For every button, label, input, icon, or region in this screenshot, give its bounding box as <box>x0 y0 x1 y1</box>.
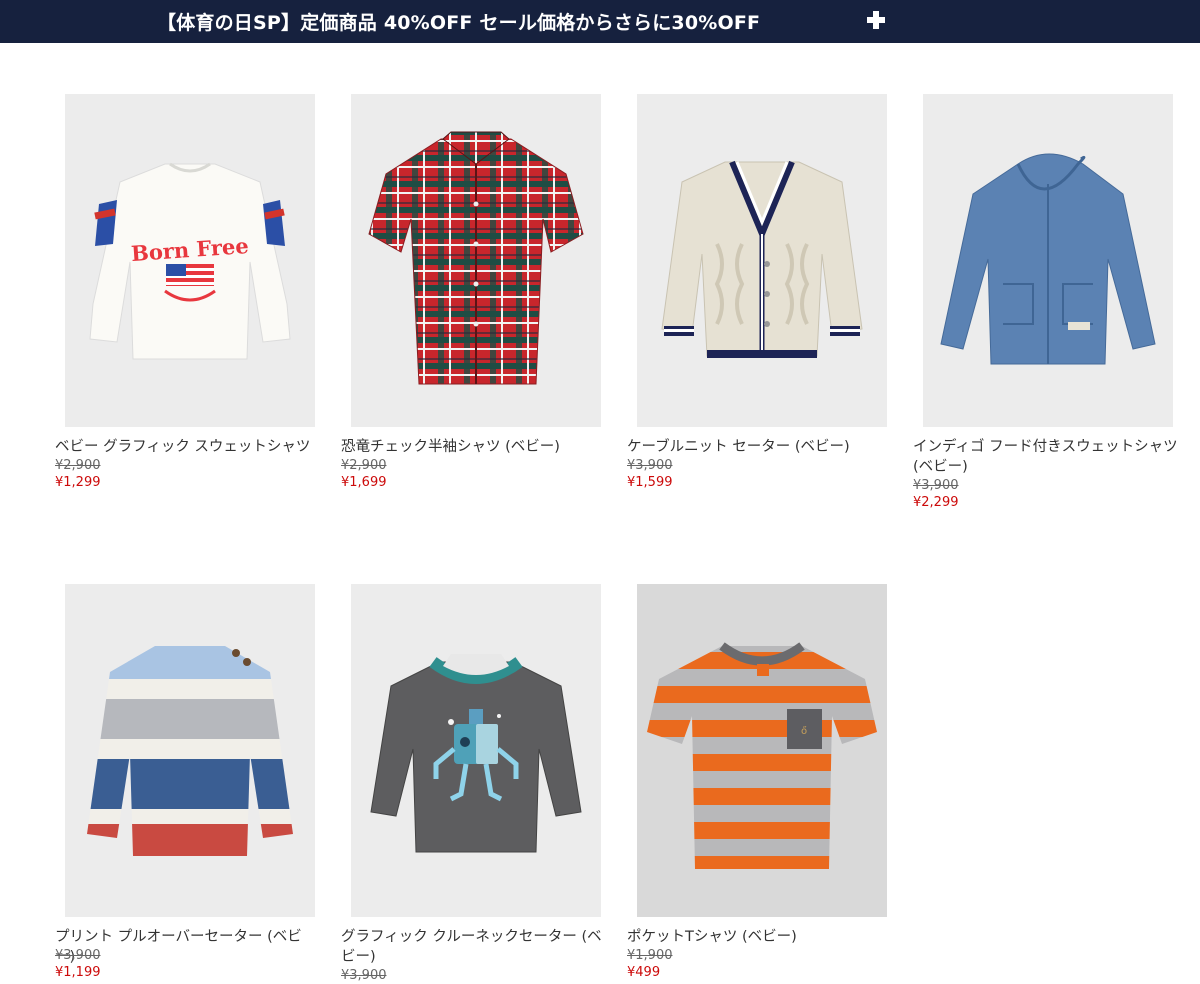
hoodie-image <box>923 94 1173 427</box>
striped-sweater-image <box>65 584 315 917</box>
product-image[interactable]: ő <box>637 584 887 917</box>
list-price: ¥3,900 <box>627 458 673 473</box>
sale-price: ¥2,299 <box>913 495 959 510</box>
robot-sweater-image <box>351 584 601 917</box>
list-price: ¥3,900 <box>913 478 959 493</box>
plaid-shirt-image <box>351 94 601 427</box>
product-image[interactable] <box>351 584 601 917</box>
sale-price: ¥499 <box>627 965 661 980</box>
product-image[interactable] <box>637 94 887 427</box>
sale-price: ¥1,699 <box>341 475 387 490</box>
product-image[interactable]: Born Free <box>65 94 315 427</box>
promo-banner-text[interactable]: 【体育の日SP】定価商品 40%OFF セール価格からさらに30%OFF <box>157 8 760 35</box>
svg-text:ő: ő <box>801 725 807 737</box>
product-name[interactable]: ケーブルニット セーター (ベビー) <box>627 437 893 457</box>
sale-price: ¥1,299 <box>55 475 101 490</box>
sweatshirt-image: Born Free <box>65 94 315 427</box>
sale-price: ¥1,199 <box>55 965 101 980</box>
list-price: ¥1,900 <box>627 948 673 963</box>
sale-price: ¥1,599 <box>627 475 673 490</box>
promo-banner[interactable]: 【体育の日SP】定価商品 40%OFF セール価格からさらに30%OFF <box>0 0 1200 43</box>
product-name[interactable]: ベビー グラフィック スウェットシャツ <box>55 437 321 457</box>
cardigan-image <box>637 94 887 427</box>
product-name[interactable]: 恐竜チェック半袖シャツ (ベビー) <box>341 437 607 457</box>
list-price: ¥3,900 <box>341 968 387 983</box>
product-name[interactable]: ポケットTシャツ (ベビー) <box>627 927 893 947</box>
product-name[interactable]: インディゴ フード付きスウェットシャツ (ベビー) <box>913 437 1179 477</box>
list-price: ¥2,900 <box>341 458 387 473</box>
product-image[interactable] <box>65 584 315 917</box>
product-image[interactable] <box>923 94 1173 427</box>
plus-icon[interactable] <box>867 11 885 29</box>
pocket-tee-image: ő <box>637 584 887 917</box>
product-image[interactable] <box>351 94 601 427</box>
list-price: ¥2,900 <box>55 458 101 473</box>
list-price: ¥3,900 <box>55 948 101 963</box>
product-name[interactable]: グラフィック クルーネックセーター (ベビー) <box>341 927 607 967</box>
